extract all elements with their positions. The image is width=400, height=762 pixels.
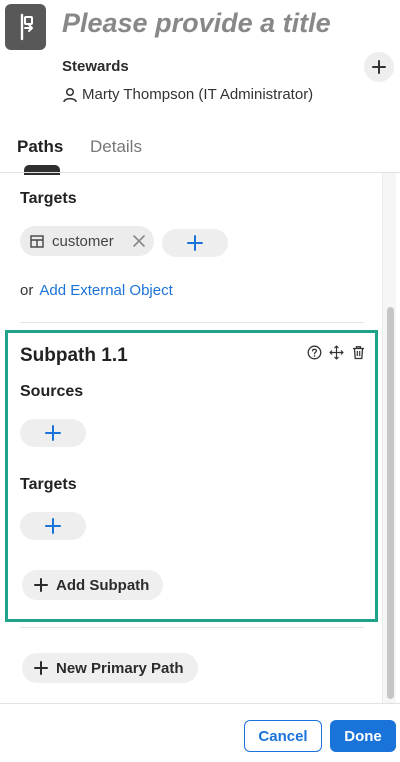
lineage-path-icon (20, 13, 33, 41)
steward-name: Marty Thompson (IT Administrator) (82, 86, 314, 103)
external-object-row: or Add External Object (20, 282, 173, 299)
person-icon (63, 87, 77, 102)
targets-label: Targets (20, 190, 77, 207)
done-button[interactable]: Done (330, 720, 396, 752)
plus-icon (45, 518, 61, 534)
steward-item[interactable]: Marty Thompson (IT Administrator) (62, 86, 313, 103)
new-primary-path-button[interactable]: New Primary Path (22, 653, 198, 683)
scrollbar[interactable] (382, 173, 396, 703)
plus-icon (34, 578, 48, 592)
close-icon[interactable] (132, 234, 146, 248)
divider (20, 322, 364, 323)
help-icon[interactable] (307, 345, 322, 360)
paths-panel: Targets customer or Add External Object S… (4, 173, 396, 703)
plus-icon (372, 60, 386, 74)
stewards-label: Stewards (62, 58, 129, 75)
move-icon[interactable] (329, 345, 344, 360)
tab-bar: Paths Details (0, 130, 400, 175)
add-subpath-button[interactable]: Add Subpath (22, 570, 164, 600)
add-subpath-target-button[interactable] (20, 512, 86, 540)
plus-icon (187, 235, 203, 251)
subpath-title: Subpath 1.1 (20, 345, 128, 366)
add-source-button[interactable] (20, 419, 86, 447)
plus-icon (45, 425, 61, 441)
page-title[interactable]: Please provide a title (62, 8, 331, 39)
footer-divider (0, 703, 400, 704)
add-subpath-label: Add Subpath (56, 576, 150, 594)
tab-paths[interactable]: Paths (17, 137, 63, 157)
sources-label: Sources (20, 383, 84, 400)
target-chip-label: customer (52, 232, 114, 250)
tab-details[interactable]: Details (90, 137, 142, 157)
subpath-targets-label: Targets (20, 476, 77, 493)
trash-icon[interactable] (351, 345, 366, 360)
divider (20, 627, 364, 628)
add-target-button[interactable] (162, 229, 228, 257)
subpath-actions (307, 345, 366, 360)
or-text: or (20, 282, 34, 299)
plus-icon (34, 661, 48, 675)
cancel-button[interactable]: Cancel (244, 720, 322, 752)
target-chip-customer[interactable]: customer (20, 226, 154, 256)
scrollbar-thumb[interactable] (387, 307, 394, 699)
add-external-object-link[interactable]: Add External Object (39, 282, 172, 299)
add-steward-button[interactable] (364, 52, 394, 82)
table-icon (30, 234, 44, 248)
app-icon (5, 4, 46, 50)
new-primary-path-label: New Primary Path (56, 659, 184, 677)
